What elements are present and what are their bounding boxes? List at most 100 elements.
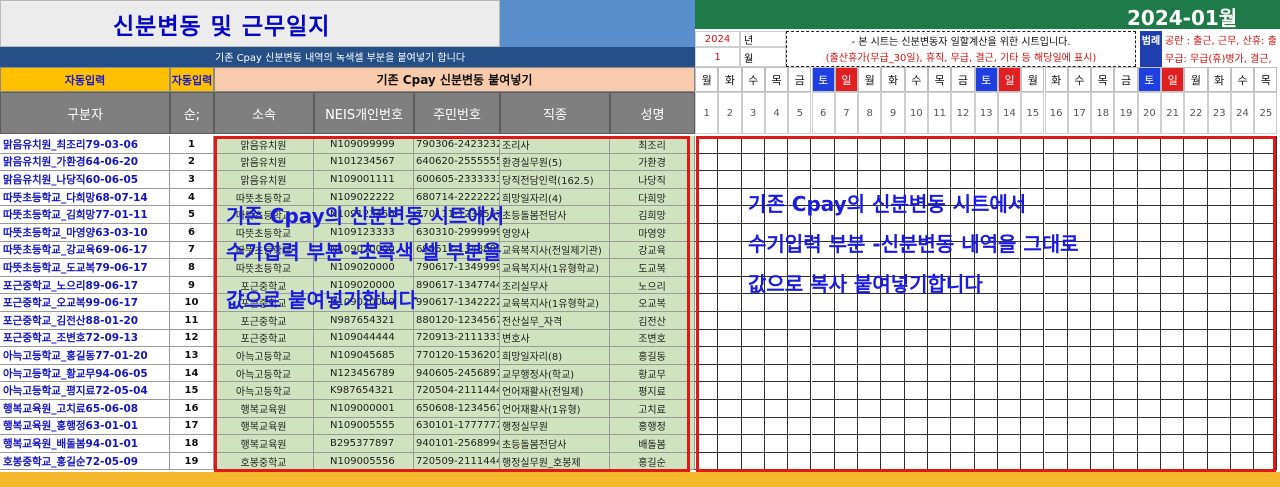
year-suffix: 년 (740, 31, 786, 47)
weekday-cell: 수 (1230, 67, 1255, 92)
day-number-cell: 22 (1184, 92, 1208, 134)
row-category-cell[interactable]: 포근중학교_조변호72-09-13 (0, 329, 170, 348)
day-number-cell: 2 (718, 92, 742, 134)
row-category-cell[interactable]: 행복교육원_홍행정63-01-01 (0, 417, 170, 436)
overlay-left-line-2: 수기입력 부분 -초록색 셀 부분을 (226, 240, 502, 264)
row-category-cell[interactable]: 맑음유치원_최조리79-03-06 (0, 136, 170, 154)
weekday-cell: 일 (834, 67, 859, 92)
row-seq-cell[interactable]: 18 (170, 435, 214, 453)
weekday-cell: 금 (788, 67, 812, 92)
row-category-cell[interactable]: 포근중학교_노으리89-06-17 (0, 276, 170, 295)
weekday-cell: 토 (811, 67, 835, 92)
row-category-cell[interactable]: 아늑고등학교_평지료72-05-04 (0, 382, 170, 400)
month-suffix: 월 (740, 47, 786, 67)
day-number-cell: 8 (858, 92, 882, 134)
row-seq-cell[interactable]: 8 (170, 259, 214, 277)
overlay-right-line-1: 기존 Cpay의 신분변동 시트에서 (748, 192, 1027, 216)
weekday-cell: 수 (741, 67, 765, 92)
month-cell[interactable]: 1 (695, 47, 740, 67)
day-number-cell: 1 (695, 92, 719, 134)
day-number-cell: 19 (1114, 92, 1138, 134)
day-number-cell: 12 (951, 92, 975, 134)
auto-input-header-2: 자동입력 (170, 67, 214, 92)
row-category-cell[interactable]: 포근중학교_김전산88-01-20 (0, 312, 170, 330)
col-rrn: 주민번호 (414, 92, 500, 134)
weekday-cell: 월 (695, 67, 719, 92)
weekday-cell: 화 (1044, 67, 1068, 92)
legend-swatch (1140, 47, 1162, 67)
weekday-cell: 수 (1067, 67, 1092, 92)
day-number-cell: 24 (1230, 92, 1255, 134)
row-category-cell[interactable]: 행복교육원_고치료65-06-08 (0, 400, 170, 418)
row-category-cell[interactable]: 따뜻초등학교_김희망77-01-11 (0, 206, 170, 224)
weekday-cell: 월 (858, 67, 882, 92)
day-number-cell: 13 (974, 92, 998, 134)
legend-label: 범례 (1140, 31, 1162, 47)
row-category-cell[interactable]: 맑음유치원_나당직60-06-05 (0, 171, 170, 189)
overlay-left-line-1: 기존 Cpay의 신분변동 시트에서 (226, 204, 505, 228)
weekday-cell: 화 (1207, 67, 1231, 92)
row-seq-cell[interactable]: 11 (170, 312, 214, 330)
row-seq-cell[interactable]: 9 (170, 276, 214, 295)
day-number-cell: 23 (1207, 92, 1231, 134)
weekday-cell: 일 (1161, 67, 1185, 92)
row-seq-cell[interactable]: 16 (170, 400, 214, 418)
row-category-cell[interactable]: 아늑고등학교_홍길동77-01-20 (0, 347, 170, 365)
day-number-cell: 16 (1044, 92, 1068, 134)
legend-line-2: 무급: 무급(휴)병가, 결근, (1165, 53, 1272, 65)
weekday-cell: 금 (1114, 67, 1138, 92)
weekday-cell: 수 (904, 67, 928, 92)
day-number-cell: 25 (1254, 92, 1278, 134)
row-seq-cell[interactable]: 1 (170, 136, 214, 154)
year-cell[interactable]: 2024 (695, 31, 740, 47)
day-number-cell: 18 (1091, 92, 1115, 134)
row-seq-cell[interactable]: 3 (170, 171, 214, 189)
row-category-cell[interactable]: 따뜻초등학교_다희망68-07-14 (0, 188, 170, 207)
row-category-cell[interactable]: 행복교육원_배돌봄94-01-01 (0, 435, 170, 453)
row-seq-cell[interactable]: 2 (170, 153, 214, 172)
row-seq-cell[interactable]: 12 (170, 329, 214, 348)
day-number-cell: 5 (788, 92, 812, 134)
row-seq-cell[interactable]: 17 (170, 417, 214, 436)
period-label: 2024-01월 (1127, 6, 1238, 30)
day-number-cell: 10 (904, 92, 928, 134)
day-number-cell: 14 (997, 92, 1022, 134)
weekday-cell: 화 (881, 67, 905, 92)
row-seq-cell[interactable]: 4 (170, 188, 214, 207)
overlay-right-line-3: 값으로 복사 붙여넣기합니다 (748, 272, 983, 296)
day-number-cell: 4 (764, 92, 789, 134)
day-number-cell: 15 (1021, 92, 1045, 134)
col-name: 성명 (610, 92, 695, 134)
row-category-cell[interactable]: 아늑고등학교_황교무94-06-05 (0, 364, 170, 383)
row-category-cell[interactable]: 포근중학교_오교복99-06-17 (0, 294, 170, 312)
row-seq-cell[interactable]: 5 (170, 206, 214, 224)
legend-line-1: 공란 : 출근, 근무, 산휴: 출 (1165, 35, 1277, 47)
row-seq-cell[interactable]: 14 (170, 364, 214, 383)
row-category-cell[interactable]: 호봉중학교_홍길순72-05-09 (0, 452, 170, 471)
row-category-cell[interactable]: 따뜻초등학교_강교육69-06-17 (0, 241, 170, 260)
weekday-cell: 목 (928, 67, 952, 92)
overlay-left-line-3: 값으로 붙여넣기합니다 (226, 288, 417, 312)
row-seq-cell[interactable]: 13 (170, 347, 214, 365)
row-seq-cell[interactable]: 6 (170, 224, 214, 242)
day-number-cell: 6 (811, 92, 835, 134)
day-number-cell: 11 (928, 92, 952, 134)
weekday-cell: 토 (974, 67, 998, 92)
day-number-cell: 17 (1067, 92, 1092, 134)
page-title: 신분변동 및 근무일지 (113, 14, 331, 40)
day-number-cell: 7 (834, 92, 859, 134)
weekday-cell: 월 (1184, 67, 1208, 92)
row-seq-cell[interactable]: 7 (170, 241, 214, 260)
row-seq-cell[interactable]: 15 (170, 382, 214, 400)
weekday-cell: 토 (1137, 67, 1161, 92)
weekday-cell: 목 (764, 67, 789, 92)
day-number-cell: 21 (1161, 92, 1185, 134)
col-job: 직종 (500, 92, 610, 134)
row-seq-cell[interactable]: 19 (170, 452, 214, 471)
paste-header: 기존 Cpay 신분변동 붙여넣기 (214, 67, 695, 92)
weekday-cell: 월 (1021, 67, 1045, 92)
row-category-cell[interactable]: 따뜻초등학교_도교복79-06-17 (0, 259, 170, 277)
row-category-cell[interactable]: 따뜻초등학교_마영양63-03-10 (0, 224, 170, 242)
row-category-cell[interactable]: 맑음유치원_가환경64-06-20 (0, 153, 170, 172)
row-seq-cell[interactable]: 10 (170, 294, 214, 312)
